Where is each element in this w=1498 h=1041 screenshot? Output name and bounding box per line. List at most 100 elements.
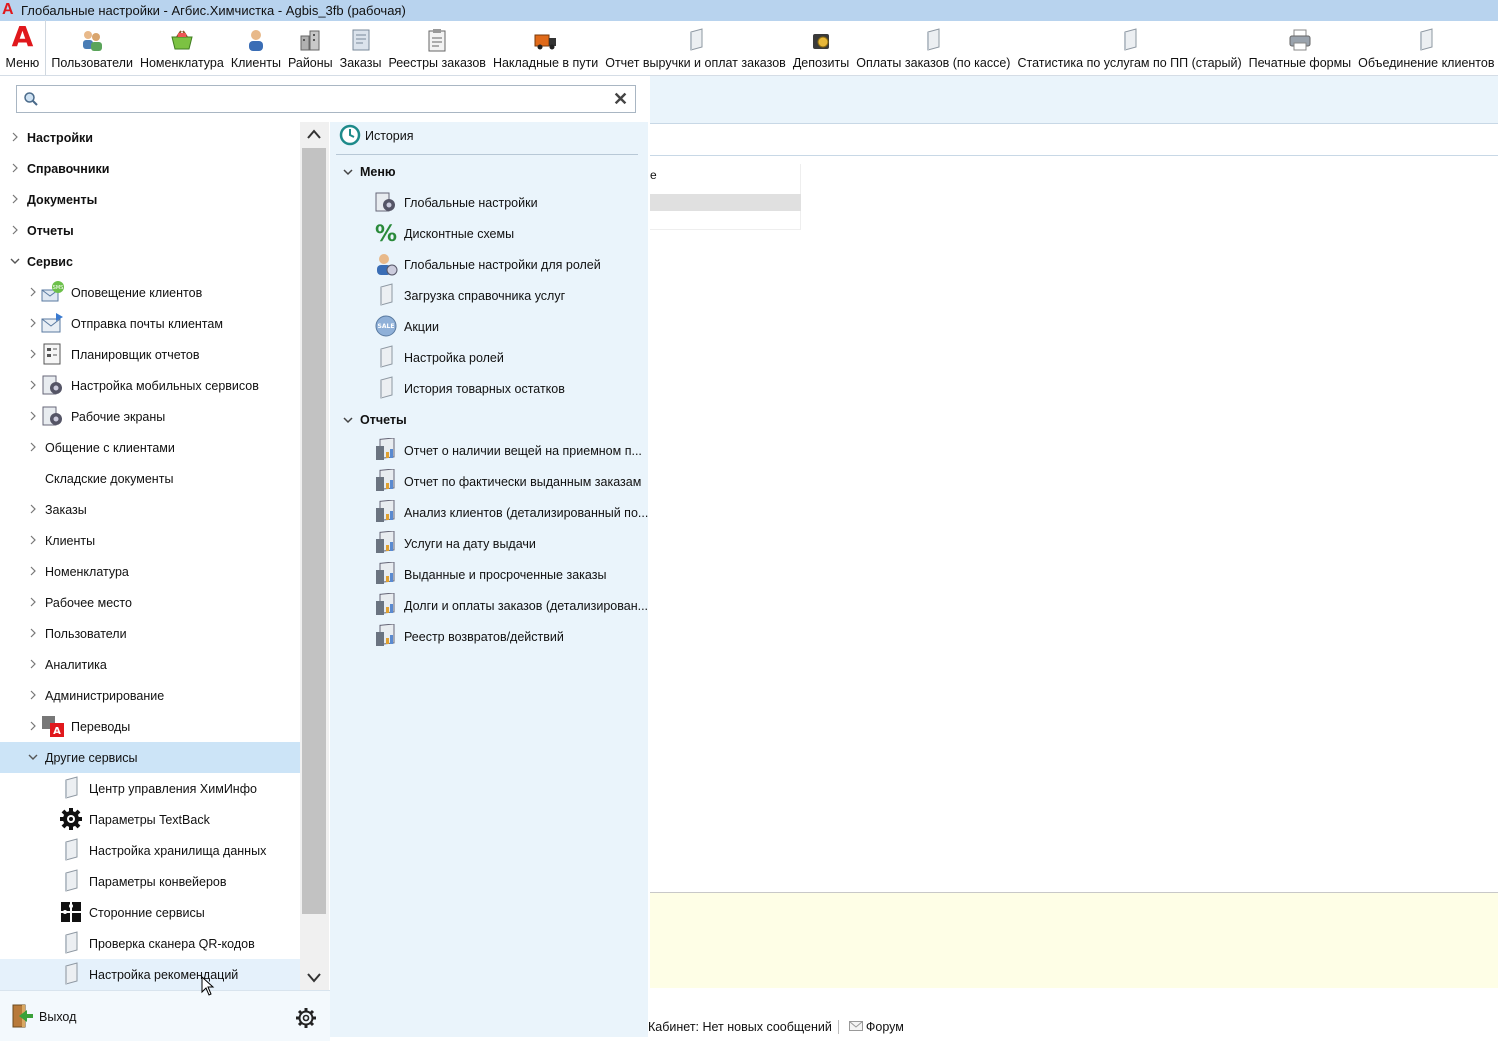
menu-item-6[interactable]: Настройка ролей: [330, 342, 648, 373]
toolbar-button-13[interactable]: Объединение клиентов: [1355, 20, 1498, 75]
chevron-right-icon[interactable]: [28, 597, 38, 607]
scroll-up-icon[interactable]: [306, 128, 322, 143]
menu-button[interactable]: A Меню: [0, 20, 46, 75]
forum-link[interactable]: Форум: [866, 1020, 904, 1034]
service-item-8[interactable]: Заказы: [0, 494, 300, 525]
service-item-14[interactable]: Администрирование: [0, 680, 300, 711]
report-item-5[interactable]: Выданные и просроченные заказы: [330, 559, 648, 590]
other-service-item-6[interactable]: Проверка сканера QR-кодов: [0, 928, 300, 959]
exit-button[interactable]: Выход: [39, 1010, 76, 1024]
chevron-right-icon[interactable]: [28, 690, 38, 700]
scrollbar-thumb[interactable]: [302, 148, 326, 914]
toolbar-button-5[interactable]: Заказы: [336, 20, 385, 75]
report-item-4[interactable]: Услуги на дату выдачи: [330, 528, 648, 559]
service-item-16[interactable]: Другие сервисы: [0, 742, 300, 773]
chevron-right-icon[interactable]: [28, 442, 38, 452]
menu-item-5[interactable]: SALE Акции: [330, 311, 648, 342]
toolbar-button-1[interactable]: Пользователи: [48, 20, 137, 75]
chevron-down-icon[interactable]: [28, 752, 38, 762]
reports-group-header[interactable]: Отчеты: [330, 404, 648, 435]
other-service-item-2[interactable]: Параметры TextBack: [0, 804, 300, 835]
history-link[interactable]: История: [330, 120, 648, 151]
nav-item-5[interactable]: Сервис: [0, 246, 300, 277]
other-service-item-5[interactable]: Сторонние сервисы: [0, 897, 300, 928]
nav-item-label: Заказы: [45, 502, 87, 517]
chevron-down-icon[interactable]: [10, 256, 20, 266]
cabinet-status[interactable]: Кабинет: Нет новых сообщений: [648, 1019, 839, 1034]
client-icon: [244, 28, 268, 52]
table-row[interactable]: [650, 194, 801, 211]
chevron-right-icon[interactable]: [10, 225, 20, 235]
toolbar-button-9[interactable]: Депозиты: [789, 20, 852, 75]
chevron-right-icon[interactable]: [28, 628, 38, 638]
menu-item-4[interactable]: Загрузка справочника услуг: [330, 280, 648, 311]
toolbar-button-2[interactable]: Номенклатура: [136, 20, 227, 75]
menu-item-1[interactable]: Глобальные настройки: [330, 187, 648, 218]
report-item-3[interactable]: Анализ клиентов (детализированный по...: [330, 497, 648, 528]
report-item-6[interactable]: Долги и оплаты заказов (детализирован...: [330, 590, 648, 621]
nav-item-2[interactable]: Справочники: [0, 153, 300, 184]
report-item-7[interactable]: Реестр возвратов/действий: [330, 621, 648, 652]
separator: [336, 154, 638, 155]
chevron-right-icon[interactable]: [10, 163, 20, 173]
chevron-right-icon[interactable]: [28, 566, 38, 576]
service-item-15[interactable]: A Переводы: [0, 711, 300, 742]
toolbar-button-6[interactable]: Реестры заказов: [385, 20, 490, 75]
search-input[interactable]: [45, 88, 605, 110]
report-item-1[interactable]: Отчет о наличии вещей на приемном п...: [330, 435, 648, 466]
navigation-scrollbar[interactable]: [300, 122, 329, 990]
chevron-right-icon[interactable]: [28, 504, 38, 514]
service-item-5[interactable]: Рабочие экраны: [0, 401, 300, 432]
chevron-right-icon[interactable]: [28, 411, 38, 421]
service-item-9[interactable]: Клиенты: [0, 525, 300, 556]
other-service-item-3[interactable]: Настройка хранилища данных: [0, 835, 300, 866]
menu-group-header[interactable]: Меню: [330, 156, 648, 187]
service-item-11[interactable]: Рабочее место: [0, 587, 300, 618]
chevron-down-icon[interactable]: [343, 414, 353, 428]
toolbar-button-12[interactable]: Печатные формы: [1245, 20, 1355, 75]
service-item-3[interactable]: Планировщик отчетов: [0, 339, 300, 370]
chevron-right-icon[interactable]: [28, 318, 38, 328]
report-item-2[interactable]: Отчет по фактически выданным заказам: [330, 466, 648, 497]
chevron-right-icon[interactable]: [28, 659, 38, 669]
clipboard-icon: [425, 28, 449, 52]
service-item-4[interactable]: Настройка мобильных сервисов: [0, 370, 300, 401]
chevron-right-icon[interactable]: [10, 132, 20, 142]
chevron-right-icon[interactable]: [28, 349, 38, 359]
toolbar-button-8[interactable]: Отчет выручки и оплат заказов: [602, 20, 790, 75]
chevron-right-icon[interactable]: [10, 194, 20, 204]
service-item-2[interactable]: Отправка почты клиентам: [0, 308, 300, 339]
document-icon: [684, 28, 708, 52]
toolbar-button-11[interactable]: Статистика по услугам по ПП (старый): [1014, 20, 1245, 75]
chevron-right-icon[interactable]: [28, 535, 38, 545]
settings-gear-icon[interactable]: [295, 1007, 317, 1032]
chevron-right-icon[interactable]: [28, 287, 38, 297]
nav-item-1[interactable]: Настройки: [0, 122, 300, 153]
other-service-item-7[interactable]: Настройка рекомендаций: [0, 959, 300, 990]
service-item-7[interactable]: Складские документы: [0, 463, 300, 494]
nav-item-label: Центр управления ХимИнфо: [89, 781, 257, 796]
toolbar-button-10[interactable]: Оплаты заказов (по кассе): [853, 20, 1014, 75]
toolbar-button-3[interactable]: Клиенты: [227, 20, 284, 75]
nav-item-4[interactable]: Отчеты: [0, 215, 300, 246]
toolbar-button-4[interactable]: Районы: [284, 20, 336, 75]
service-item-12[interactable]: Пользователи: [0, 618, 300, 649]
exit-door-icon[interactable]: [10, 1003, 34, 1029]
chevron-right-icon[interactable]: [28, 380, 38, 390]
nav-item-3[interactable]: Документы: [0, 184, 300, 215]
chevron-down-icon[interactable]: [343, 166, 353, 180]
menu-item-7[interactable]: История товарных остатков: [330, 373, 648, 404]
clear-search-icon[interactable]: ✕: [613, 89, 628, 109]
service-item-13[interactable]: Аналитика: [0, 649, 300, 680]
chevron-right-icon[interactable]: [28, 721, 38, 731]
menu-item-3[interactable]: Глобальные настройки для ролей: [330, 249, 648, 280]
menu-item-2[interactable]: % Дисконтные схемы: [330, 218, 648, 249]
service-item-6[interactable]: Общение с клиентами: [0, 432, 300, 463]
other-service-item-4[interactable]: Параметры конвейеров: [0, 866, 300, 897]
other-service-item-1[interactable]: Центр управления ХимИнфо: [0, 773, 300, 804]
scroll-down-icon[interactable]: [306, 972, 322, 987]
toolbar-button-7[interactable]: Накладные в пути: [489, 20, 601, 75]
service-item-1[interactable]: SMS Оповещение клиентов: [0, 277, 300, 308]
service-item-10[interactable]: Номенклатура: [0, 556, 300, 587]
printer-icon: [1288, 28, 1312, 52]
